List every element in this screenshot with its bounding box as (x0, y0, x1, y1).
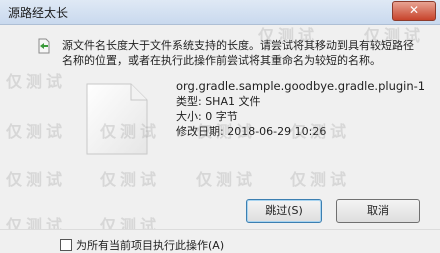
watermark: 仅测试 (100, 170, 161, 189)
watermark: 仅测试 (6, 122, 67, 141)
close-button[interactable]: ✕ (392, 1, 436, 21)
skip-button[interactable]: 跳过(S) (246, 199, 322, 223)
window-title: 源路经太长 (8, 6, 69, 20)
watermark: 仅测试 (6, 170, 67, 189)
watermark: 仅测试 (196, 170, 257, 189)
apply-to-all-checkbox[interactable] (60, 239, 72, 251)
close-icon: ✕ (408, 3, 420, 17)
file-name: org.gradle.sample.goodbye.gradle.plugin-… (176, 79, 426, 93)
cancel-button[interactable]: 取消 (336, 199, 420, 223)
file-type: 类型: SHA1 文件 (176, 95, 261, 108)
watermark: 仅测试 (196, 122, 257, 141)
watermark: 仅测试 (290, 122, 351, 141)
warning-icon (38, 38, 50, 54)
watermark: 仅测试 (100, 122, 161, 141)
watermark: 仅测试 (290, 170, 351, 189)
watermark: 仅测试 (364, 26, 425, 45)
watermark: 仅测试 (258, 26, 319, 45)
watermark: 仅测试 (6, 72, 67, 91)
